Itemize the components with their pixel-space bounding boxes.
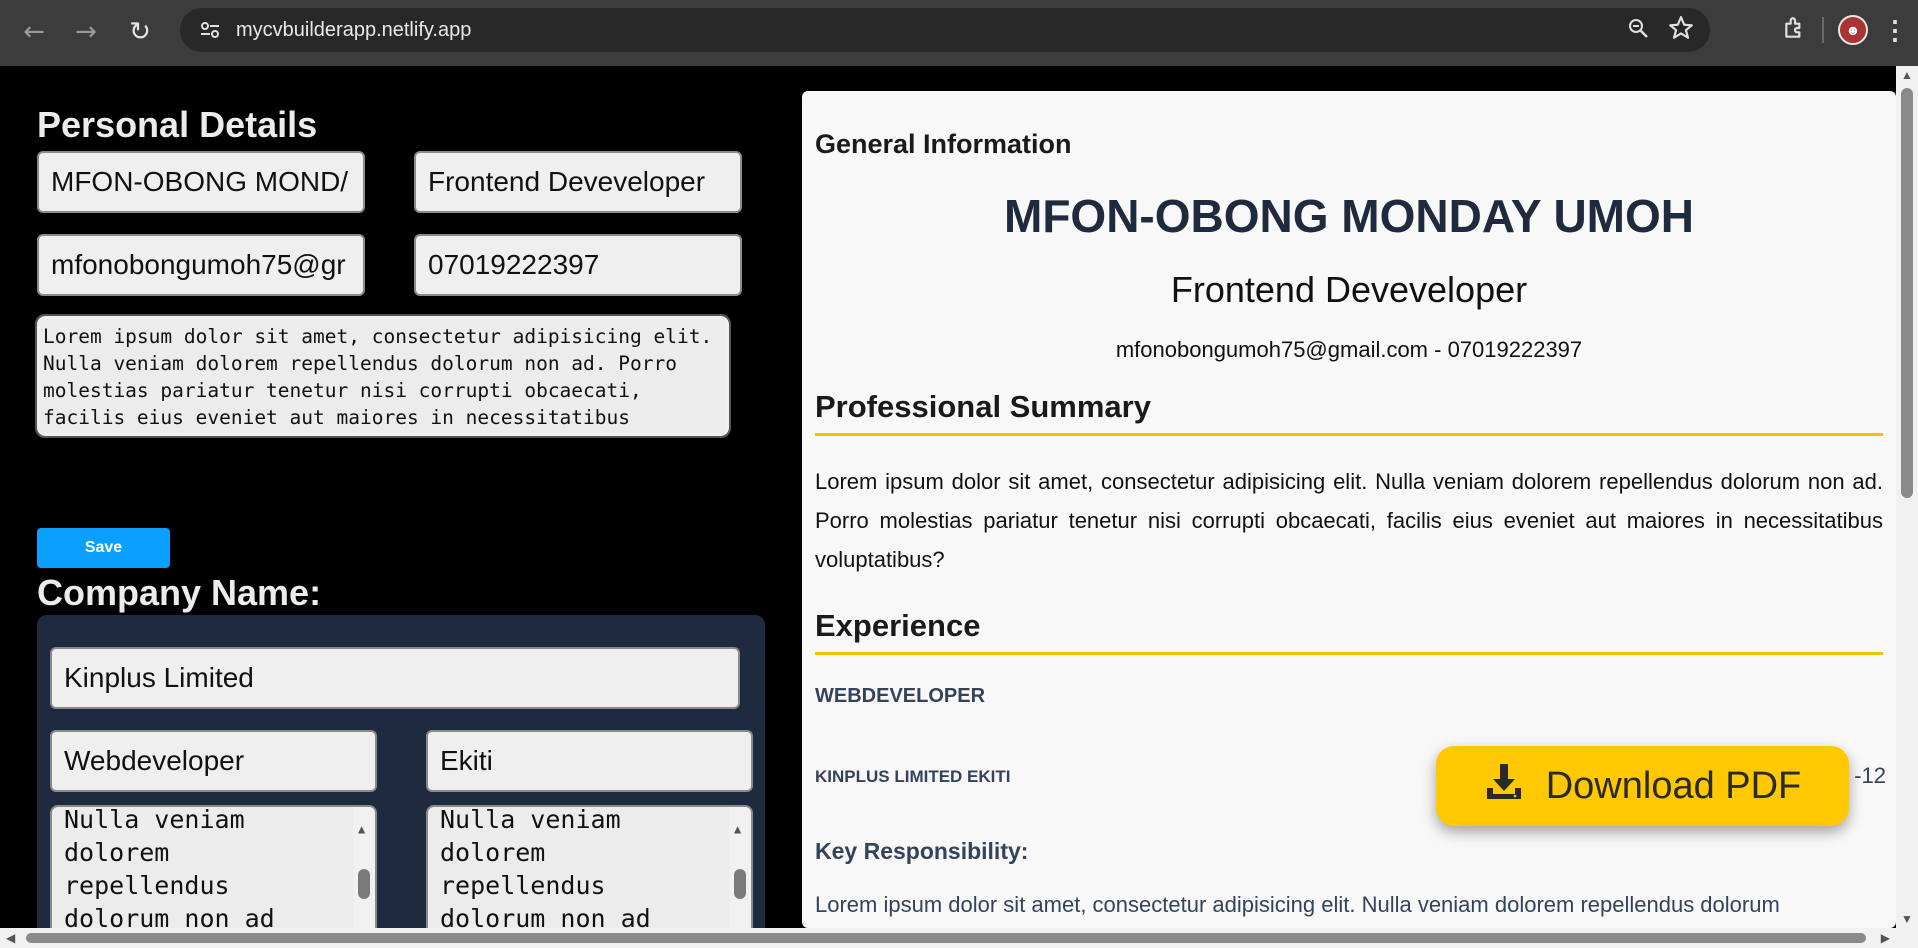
preview-key-text: Lorem ipsum dolor sit amet, consectetur … — [815, 892, 1780, 917]
full-name-input[interactable]: MFON-OBONG MOND/ — [37, 151, 365, 213]
address-bar[interactable]: mycvbuilderapp.netlify.app — [180, 8, 1710, 52]
description-textarea-left[interactable]: Nulla veniam dolorem repellendus dolorum… — [50, 805, 377, 928]
preview-contact: mfonobongumoh75@gmail.com - 07019222397 — [1115, 337, 1583, 362]
reload-button[interactable]: ↻ — [120, 12, 160, 52]
professional-summary-heading: Professional Summary — [815, 389, 1883, 436]
description-textarea-right[interactable]: Nulla veniam dolorem repellendus dolorum… — [426, 805, 753, 928]
kebab-menu-icon[interactable]: ⋮ — [1882, 17, 1908, 43]
preview-role: Frontend Deveveloper — [1170, 269, 1528, 310]
page-vertical-scrollbar[interactable]: ▲ ▼ — [1896, 66, 1918, 928]
forward-button[interactable]: → — [66, 12, 106, 52]
personal-details-heading: Personal Details — [37, 104, 318, 145]
download-pdf-label: Download PDF — [1545, 764, 1802, 807]
textarea-scrollbar[interactable]: ▲ ▼ — [729, 807, 751, 928]
experience-heading: Experience — [815, 608, 1883, 655]
position-input[interactable]: Webdeveloper — [50, 730, 377, 792]
browser-toolbar: ← → ↻ mycvbuilderapp.netlify.app ☻ ⋮ — [0, 0, 1918, 66]
bookmark-star-icon[interactable] — [1668, 15, 1694, 46]
preview-job-title: WEBDEVELOPER — [815, 685, 986, 707]
summary-textarea[interactable]: Lorem ipsum dolor sit amet, consectetur … — [35, 314, 731, 438]
description-right-text: Nulla veniam dolorem repellendus dolorum… — [440, 805, 651, 928]
preview-name: MFON-OBONG MONDAY UMOH — [1004, 190, 1694, 242]
preview-date: -12 — [1854, 763, 1886, 788]
vertical-scroll-thumb[interactable] — [1901, 88, 1913, 498]
experience-card: Kinplus Limited Webdeveloper Ekiti Nulla… — [37, 615, 765, 928]
form-panel: Personal Details MFON-OBONG MOND/ Fronte… — [0, 66, 780, 928]
toolbar-divider — [1822, 17, 1824, 43]
site-settings-icon[interactable] — [196, 16, 224, 44]
preview-company-line: KINPLUS LIMITED EKITI — [815, 767, 1011, 786]
company-name-heading: Company Name: — [37, 572, 322, 613]
horizontal-scroll-thumb[interactable] — [26, 933, 1866, 943]
location-input[interactable]: Ekiti — [426, 730, 753, 792]
page-horizontal-scrollbar[interactable]: ◀ ▶ — [0, 928, 1918, 948]
preview-summary: Lorem ipsum dolor sit amet, consectetur … — [815, 469, 1883, 572]
company-input[interactable]: Kinplus Limited — [50, 647, 740, 709]
phone-input[interactable]: 07019222397 — [414, 234, 742, 296]
back-button[interactable]: ← — [14, 12, 54, 52]
extensions-icon[interactable] — [1782, 15, 1808, 46]
key-responsibility-heading: Key Responsibility: — [815, 838, 1029, 864]
download-icon — [1484, 761, 1524, 811]
job-title-input[interactable]: Frontend Deveveloper — [414, 151, 742, 213]
download-pdf-button[interactable]: Download PDF — [1436, 746, 1849, 826]
url-text[interactable]: mycvbuilderapp.netlify.app — [236, 19, 471, 42]
zoom-icon[interactable] — [1626, 16, 1650, 45]
textarea-scrollbar[interactable]: ▲ ▼ — [353, 807, 375, 928]
general-information-heading: General Information — [815, 129, 1072, 159]
email-input[interactable]: mfonobongumoh75@gr — [37, 234, 365, 296]
save-button[interactable]: Save — [37, 528, 170, 568]
profile-avatar[interactable]: ☻ — [1838, 15, 1868, 45]
description-left-text: Nulla veniam dolorem repellendus dolorum… — [64, 805, 275, 928]
